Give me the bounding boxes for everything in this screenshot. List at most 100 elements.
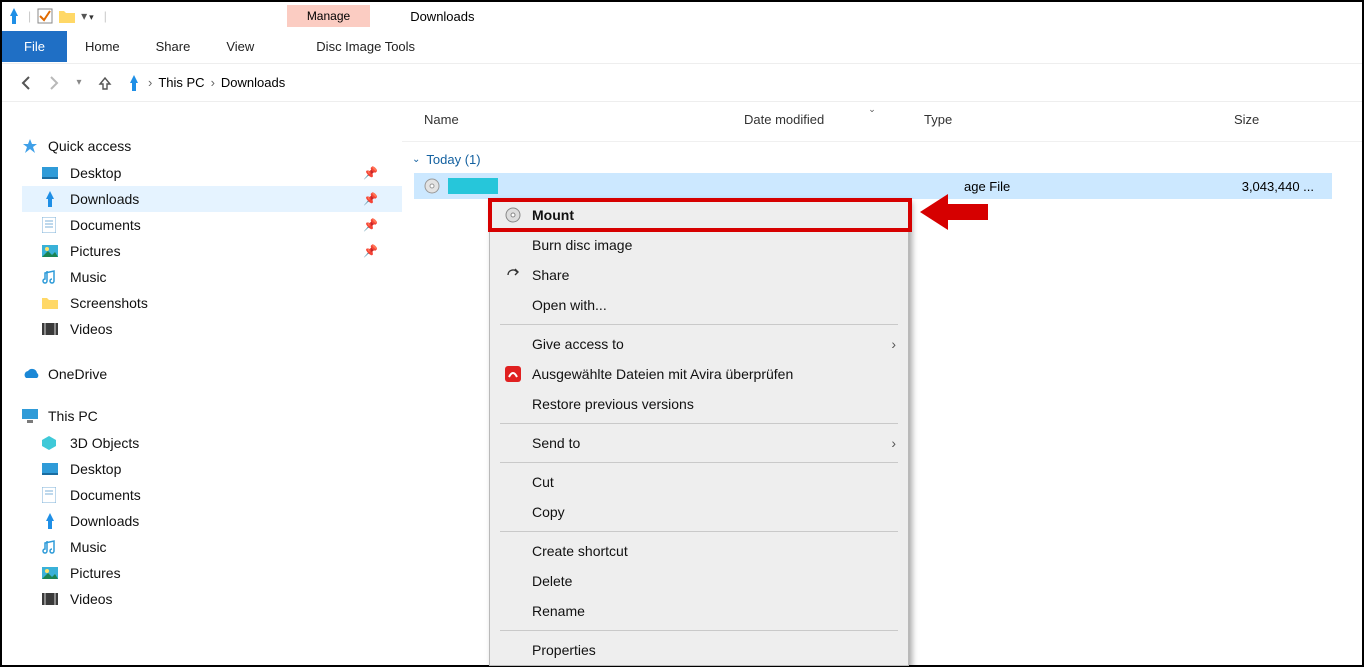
- column-headers: Name Date modified ⌄ Type Size: [402, 102, 1362, 142]
- pin-icon: 📌: [363, 244, 378, 258]
- menu-item-properties[interactable]: Properties: [490, 635, 908, 665]
- breadcrumb-bar[interactable]: › This PC › Downloads: [126, 75, 1350, 91]
- pin-icon: 📌: [363, 192, 378, 206]
- sidebar-item-3dobjects[interactable]: 3D Objects: [22, 430, 402, 456]
- pin-icon: 📌: [363, 166, 378, 180]
- pin-icon: 📌: [363, 218, 378, 232]
- sidebar-item-desktop[interactable]: Desktop 📌: [22, 160, 402, 186]
- ribbon-tab-home[interactable]: Home: [67, 31, 138, 62]
- menu-item-restore[interactable]: Restore previous versions: [490, 389, 908, 419]
- sidebar-item-pc-downloads[interactable]: Downloads: [22, 508, 402, 534]
- menu-item-rename[interactable]: Rename: [490, 596, 908, 626]
- navigation-pane: Quick access Desktop 📌 Downloads 📌 Docum…: [2, 102, 402, 665]
- breadcrumb-this-pc[interactable]: This PC: [158, 75, 204, 90]
- sidebar-item-pc-videos[interactable]: Videos: [22, 586, 402, 612]
- ribbon-tab-share[interactable]: Share: [138, 31, 209, 62]
- menu-separator: [500, 630, 898, 631]
- disc-image-icon: [424, 178, 440, 194]
- folder-icon[interactable]: [59, 9, 75, 23]
- menu-item-burn[interactable]: Burn disc image: [490, 230, 908, 260]
- context-menu: Mount Burn disc image Share Open with...…: [489, 199, 909, 666]
- onedrive-icon: [22, 368, 40, 380]
- menu-item-delete[interactable]: Delete: [490, 566, 908, 596]
- annotation-arrow: [920, 192, 990, 232]
- sidebar-item-label: Pictures: [70, 565, 121, 581]
- sort-indicator-icon: ⌄: [868, 104, 876, 115]
- sidebar-item-pictures[interactable]: Pictures 📌: [22, 238, 402, 264]
- sidebar-item-documents[interactable]: Documents 📌: [22, 212, 402, 238]
- file-row[interactable]: age File 3,043,440 ...: [414, 173, 1332, 199]
- sidebar-item-label: 3D Objects: [70, 435, 139, 451]
- menu-separator: [500, 423, 898, 424]
- download-arrow-icon: [42, 513, 60, 529]
- videos-icon: [42, 593, 60, 605]
- ribbon-tab-view[interactable]: View: [208, 31, 272, 62]
- thispc-icon: [22, 409, 40, 423]
- download-arrow-icon: [126, 75, 142, 91]
- explorer-icon: [6, 8, 22, 24]
- menu-item-sendto[interactable]: Send to›: [490, 428, 908, 458]
- chevron-right-icon[interactable]: ›: [148, 75, 152, 90]
- thispc-header[interactable]: This PC: [22, 402, 402, 430]
- quick-access-header[interactable]: Quick access: [22, 132, 402, 160]
- sidebar-item-pc-music[interactable]: Music: [22, 534, 402, 560]
- qat-overflow-icon[interactable]: ▾: [81, 9, 94, 23]
- sidebar-item-label: Documents: [70, 217, 141, 233]
- menu-item-openwith[interactable]: Open with...: [490, 290, 908, 320]
- ribbon-tab-file[interactable]: File: [2, 31, 67, 62]
- file-name-selection: [448, 178, 498, 194]
- sidebar-item-label: Screenshots: [70, 295, 148, 311]
- group-label: Today (1): [426, 152, 480, 167]
- recent-locations-button[interactable]: ▾: [66, 70, 92, 96]
- pictures-icon: [42, 567, 60, 579]
- menu-item-copy[interactable]: Copy: [490, 497, 908, 527]
- sidebar-item-pc-pictures[interactable]: Pictures: [22, 560, 402, 586]
- column-header-date[interactable]: Date modified ⌄: [734, 108, 914, 131]
- 3d-objects-icon: [42, 436, 60, 450]
- title-bar: | ▾ | Manage Downloads: [2, 2, 1362, 30]
- sidebar-item-downloads[interactable]: Downloads 📌: [22, 186, 402, 212]
- pictures-icon: [42, 245, 60, 257]
- menu-item-avira[interactable]: Ausgewählte Dateien mit Avira überprüfen: [490, 359, 908, 389]
- back-button[interactable]: [14, 70, 40, 96]
- sidebar-item-label: Videos: [70, 321, 113, 337]
- documents-icon: [42, 487, 60, 503]
- menu-item-share[interactable]: Share: [490, 260, 908, 290]
- sidebar-item-label: Videos: [70, 591, 113, 607]
- sidebar-item-label: Downloads: [70, 191, 139, 207]
- ribbon-contextual-tab-manage[interactable]: Manage: [287, 5, 370, 27]
- avira-icon: [502, 366, 524, 382]
- menu-separator: [500, 462, 898, 463]
- sidebar-item-pc-documents[interactable]: Documents: [22, 482, 402, 508]
- forward-button[interactable]: [40, 70, 66, 96]
- music-icon: [42, 539, 60, 555]
- desktop-icon: [42, 167, 60, 179]
- music-icon: [42, 269, 60, 285]
- sidebar-item-music[interactable]: Music: [22, 264, 402, 290]
- ribbon-tab-disc-image-tools[interactable]: Disc Image Tools: [304, 31, 427, 62]
- column-header-type[interactable]: Type: [914, 108, 1224, 131]
- breadcrumb-downloads[interactable]: Downloads: [221, 75, 285, 90]
- sidebar-item-label: Documents: [70, 487, 141, 503]
- window-title: Downloads: [410, 9, 474, 24]
- chevron-down-icon: ⌄: [412, 154, 420, 165]
- sidebar-item-videos[interactable]: Videos: [22, 316, 402, 342]
- menu-item-giveaccess[interactable]: Give access to›: [490, 329, 908, 359]
- download-arrow-icon: [42, 191, 60, 207]
- sidebar-item-label: Desktop: [70, 165, 121, 181]
- up-button[interactable]: [92, 70, 118, 96]
- sidebar-item-pc-desktop[interactable]: Desktop: [22, 456, 402, 482]
- qat-checkbox-icon[interactable]: [37, 8, 53, 24]
- quick-access-toolbar: | ▾ |: [2, 8, 117, 24]
- chevron-right-icon[interactable]: ›: [211, 75, 215, 90]
- menu-separator: [500, 324, 898, 325]
- menu-item-mount[interactable]: Mount: [490, 200, 908, 230]
- menu-item-shortcut[interactable]: Create shortcut: [490, 536, 908, 566]
- column-header-name[interactable]: Name: [414, 108, 734, 131]
- sidebar-item-screenshots[interactable]: Screenshots: [22, 290, 402, 316]
- folder-icon: [42, 297, 60, 309]
- menu-item-cut[interactable]: Cut: [490, 467, 908, 497]
- column-header-size[interactable]: Size: [1224, 108, 1324, 131]
- group-today[interactable]: ⌄ Today (1): [402, 142, 1362, 173]
- onedrive-header[interactable]: OneDrive: [22, 360, 402, 388]
